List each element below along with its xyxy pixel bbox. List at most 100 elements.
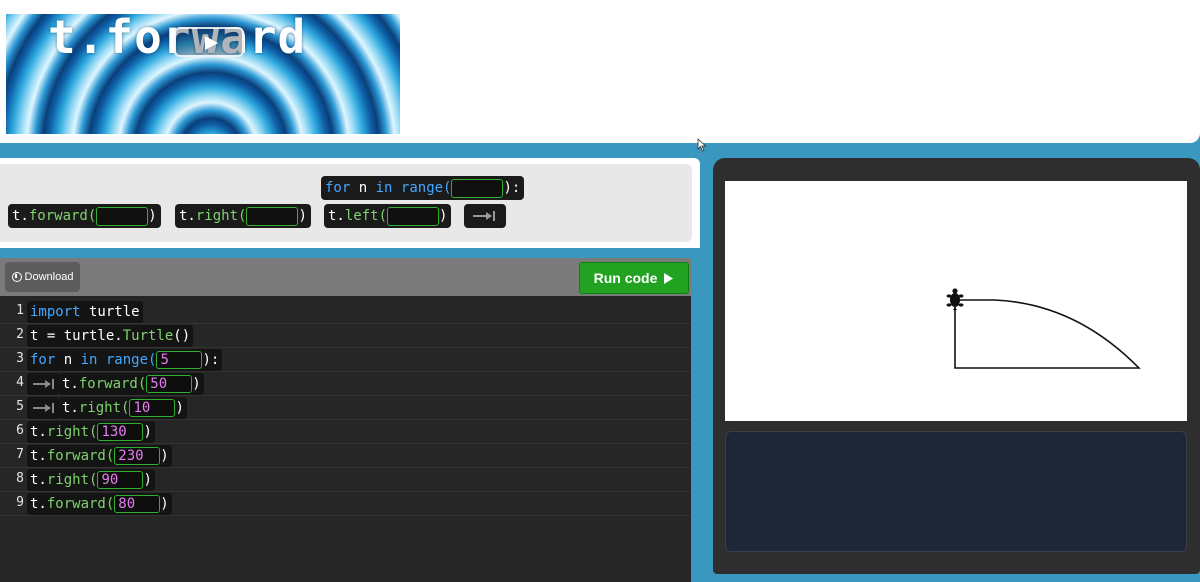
tab-arrow-icon <box>33 403 54 413</box>
turtle-prefix: t. <box>30 472 47 488</box>
line-number: 1 <box>16 303 24 318</box>
line-number: 4 <box>16 375 24 390</box>
download-icon <box>11 272 22 282</box>
block-palette: for n in range( ): t. forward( ) t. righ… <box>0 164 692 242</box>
tab-arrow-icon <box>473 211 495 221</box>
turtle-class: Turtle <box>122 328 174 344</box>
forward-value-slot[interactable]: 80 <box>114 495 161 513</box>
range-value-slot[interactable]: 5 <box>156 351 203 369</box>
download-button[interactable]: Download <box>5 262 80 292</box>
close-paren: ) <box>143 424 152 440</box>
forward-function: forward( <box>28 208 97 224</box>
code-line-7: 7 t. forward(230) <box>0 444 691 468</box>
code-line-6: 6 t. right(130) <box>0 420 691 444</box>
forward-close: ) <box>148 208 157 224</box>
line-number: 2 <box>16 327 24 342</box>
module-name: turtle <box>80 304 140 320</box>
range-slot[interactable] <box>451 178 504 198</box>
right-function: right( <box>195 208 247 224</box>
right-value-slot[interactable]: 10 <box>129 399 176 417</box>
palette-forward-block[interactable]: t. forward( ) <box>8 204 161 228</box>
line-number: 3 <box>16 351 24 366</box>
code-block-right[interactable]: t. right(10) <box>59 397 187 419</box>
code-block-right[interactable]: t. right(130) <box>27 421 155 443</box>
turtle-prefix: t. <box>30 496 47 512</box>
palette-left-block[interactable]: t. left( ) <box>324 204 452 228</box>
run-code-label: Run code <box>593 270 658 286</box>
loop-close: ): <box>202 352 220 368</box>
turtle-prefix: t. <box>30 424 47 440</box>
right-value-slot[interactable]: 90 <box>97 471 144 489</box>
range-function: range( <box>97 352 157 368</box>
run-code-button[interactable]: Run code <box>579 262 689 294</box>
code-block-right[interactable]: t. right(90) <box>27 469 155 491</box>
forward-function: forward( <box>78 376 147 392</box>
turtle-path <box>954 299 1141 369</box>
output-console <box>725 431 1187 552</box>
right-close: ) <box>298 208 307 224</box>
left-slot[interactable] <box>387 206 440 226</box>
close-paren: ) <box>160 448 169 464</box>
indent-block[interactable] <box>27 373 59 395</box>
line-number: 5 <box>16 399 24 414</box>
code-block-for-loop[interactable]: for n in range(5): <box>27 349 223 371</box>
code-line-2: 2 t = turtle. Turtle() <box>0 324 691 348</box>
right-slot[interactable] <box>246 206 299 226</box>
palette-for-loop-block[interactable]: for n in range( ): <box>321 176 525 200</box>
palette-right-block[interactable]: t. right( ) <box>175 204 311 228</box>
line-number: 7 <box>16 447 24 462</box>
right-function: right( <box>46 424 98 440</box>
forward-function: forward( <box>46 496 115 512</box>
left-close: ) <box>439 208 448 224</box>
code-editor: Download Run code 1 import turtle 2 t = … <box>0 258 691 582</box>
indent-block[interactable] <box>27 397 59 419</box>
in-keyword: in <box>375 180 393 196</box>
triangle-right-icon <box>664 272 674 284</box>
line-number: 6 <box>16 423 24 438</box>
in-keyword: in <box>80 352 98 368</box>
left-prefix: t. <box>328 208 345 224</box>
video-thumbnail[interactable]: t.forward <box>6 14 400 134</box>
loop-variable: n <box>358 180 368 196</box>
code-block-forward[interactable]: t. forward(230) <box>27 445 172 467</box>
mouse-cursor-icon <box>697 138 707 152</box>
code-line-3: 3 for n in range(5): <box>0 348 691 372</box>
forward-prefix: t. <box>12 208 29 224</box>
code-block-forward[interactable]: t. forward(80) <box>27 493 172 515</box>
close-paren: ) <box>175 400 184 416</box>
import-keyword: import <box>30 304 81 320</box>
forward-slot[interactable] <box>96 206 149 226</box>
forward-function: forward( <box>46 448 115 464</box>
forward-value-slot[interactable]: 230 <box>114 447 161 465</box>
turtle-prefix: t. <box>62 376 79 392</box>
close-paren: ) <box>143 472 152 488</box>
turtle-prefix: t. <box>30 448 47 464</box>
turtle-canvas <box>725 181 1187 421</box>
code-block-import[interactable]: import turtle <box>27 301 143 323</box>
for-keyword: for <box>30 352 56 368</box>
forward-value-slot[interactable]: 50 <box>146 375 193 393</box>
code-line-8: 8 t. right(90) <box>0 468 691 492</box>
tab-arrow-icon <box>33 379 54 389</box>
assign-text: t = turtle. <box>30 328 123 344</box>
call-parens: () <box>173 328 191 344</box>
left-function: left( <box>344 208 388 224</box>
turtle-prefix: t. <box>62 400 79 416</box>
code-block-assign[interactable]: t = turtle. Turtle() <box>27 325 194 347</box>
play-icon <box>205 36 218 50</box>
palette-indent-block[interactable] <box>464 204 506 228</box>
code-line-1: 1 import turtle <box>0 300 691 324</box>
turtle-drawing <box>946 288 1141 369</box>
range-function: range( <box>400 180 452 196</box>
editor-toolbar: Download Run code <box>0 258 691 296</box>
right-function: right( <box>46 472 98 488</box>
right-prefix: t. <box>179 208 196 224</box>
code-lines: 1 import turtle 2 t = turtle. Turtle() 3 … <box>0 300 691 516</box>
play-button[interactable] <box>174 27 244 57</box>
for-keyword: for <box>325 180 351 196</box>
code-block-forward[interactable]: t. forward(50) <box>59 373 204 395</box>
right-value-slot[interactable]: 130 <box>97 423 144 441</box>
loop-close: ): <box>503 180 521 196</box>
close-paren: ) <box>192 376 201 392</box>
close-paren: ) <box>160 496 169 512</box>
